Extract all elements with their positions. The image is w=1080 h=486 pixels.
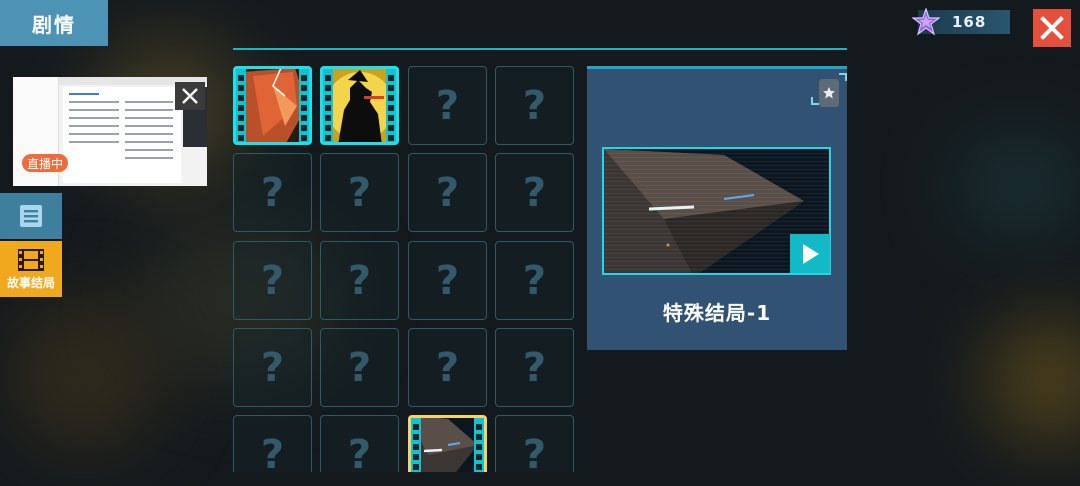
locked-ending-cell[interactable]: ? [320,415,399,472]
question-mark-icon: ? [435,257,460,304]
sidebar-item-story-endings[interactable]: 故事结局 [0,241,62,297]
play-icon [803,243,819,264]
question-mark-icon: ? [260,344,285,391]
locked-ending-cell[interactable]: ? [233,328,312,407]
film-icon [18,248,44,271]
close-icon [1040,16,1064,40]
ending-title: 特殊结局-1 [662,301,772,325]
question-mark-icon: ? [522,169,547,216]
locked-ending-cell[interactable]: ? [495,415,574,472]
ending-thumbnail-cell[interactable] [320,66,399,145]
locked-ending-cell[interactable]: ? [233,241,312,320]
film-strip-edge [299,69,309,142]
question-mark-icon: ? [260,169,285,216]
locked-ending-cell[interactable]: ? [495,153,574,232]
question-mark-icon: ? [347,257,372,304]
background-blur [960,140,1080,230]
sidebar-item-document[interactable] [0,193,62,239]
sidebar-item-label: 故事结局 [6,275,55,290]
locked-ending-cell[interactable]: ? [233,153,312,232]
question-mark-icon: ? [522,257,547,304]
star-medal-icon[interactable] [819,79,839,107]
page-title: 剧情 [0,0,108,46]
ending-detail-panel: 特殊结局-1 [587,66,847,350]
film-strip-edge [474,418,484,472]
film-strip-edge [411,418,421,472]
ending-thumbnail-cell[interactable] [233,66,312,145]
currency-display: 168 [912,8,1010,36]
question-mark-icon: ? [435,344,460,391]
film-strip-edge [323,69,333,142]
locked-ending-cell[interactable]: ? [408,328,487,407]
locked-ending-cell[interactable]: ? [320,241,399,320]
question-mark-icon: ? [260,257,285,304]
question-mark-icon: ? [522,431,547,473]
close-button[interactable] [1033,9,1071,47]
background-blur [990,320,1080,440]
divider [233,48,847,50]
currency-amount: 168 [952,13,987,31]
ending-grid: ????????????????? [233,66,578,472]
locked-ending-cell[interactable]: ? [495,66,574,145]
film-strip-edge [236,69,246,142]
question-mark-icon: ? [260,431,285,473]
locked-ending-cell[interactable]: ? [408,66,487,145]
question-mark-icon: ? [347,169,372,216]
locked-ending-cell[interactable]: ? [233,415,312,472]
question-mark-icon: ? [522,82,547,129]
live-badge: 直播中 [22,154,69,172]
close-icon [182,88,198,104]
question-mark-icon: ? [522,344,547,391]
question-mark-icon: ? [435,169,460,216]
locked-ending-cell[interactable]: ? [408,153,487,232]
locked-ending-cell[interactable]: ? [495,328,574,407]
question-mark-icon: ? [435,82,460,129]
document-icon [20,205,42,227]
locked-ending-cell[interactable]: ? [495,241,574,320]
live-close-button[interactable] [175,82,205,110]
question-mark-icon: ? [347,344,372,391]
question-mark-icon: ? [347,431,372,473]
film-strip-edge [386,69,396,142]
locked-ending-cell[interactable]: ? [408,241,487,320]
ending-thumbnail-cell[interactable] [408,415,487,472]
locked-ending-cell[interactable]: ? [320,153,399,232]
purple-star-icon [912,8,940,36]
background-blur [10,300,160,450]
play-button[interactable] [790,234,830,273]
locked-ending-cell[interactable]: ? [320,328,399,407]
